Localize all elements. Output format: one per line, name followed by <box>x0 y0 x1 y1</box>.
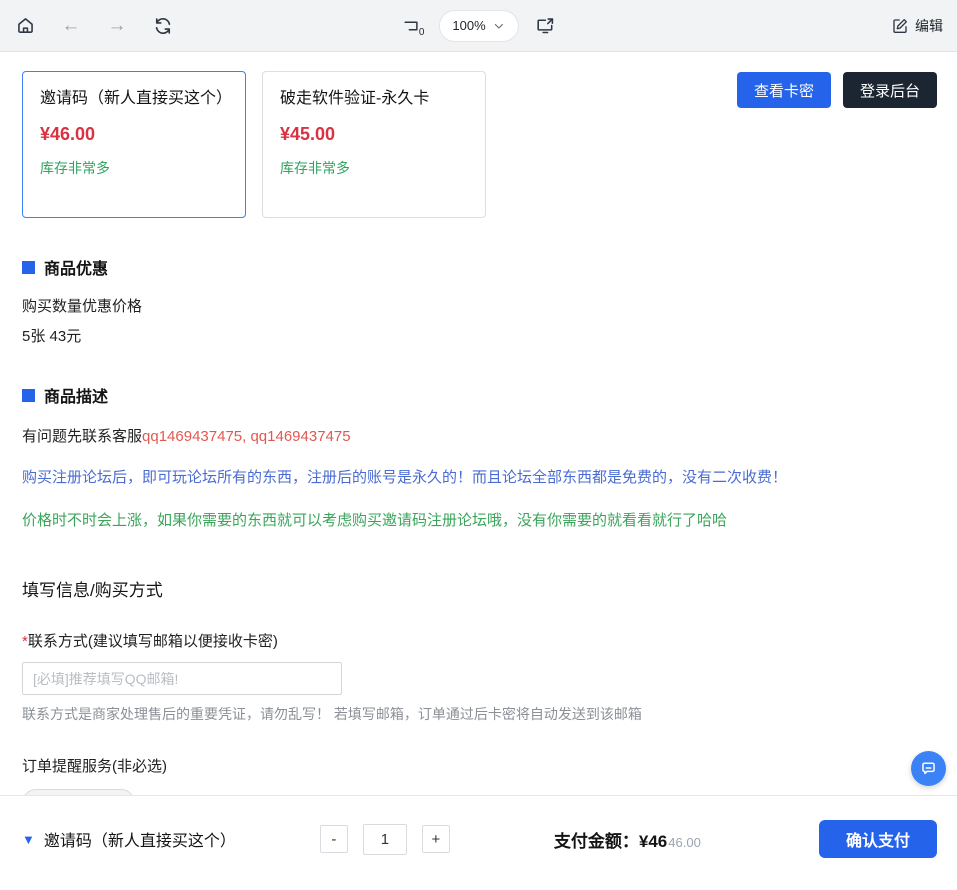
home-icon[interactable] <box>14 15 36 37</box>
product-title: 邀请码（新人直接买这个） <box>40 87 228 112</box>
view-card-secret-button[interactable]: 查看卡密 <box>737 72 831 108</box>
description-line-green: 价格时不时会上涨，如果你需要的东西就可以考虑购买邀请码注册论坛哦，没有你需要的就… <box>22 509 937 530</box>
contact-qq-text: qq1469437475, qq1469437475 <box>142 428 351 445</box>
blue-square-icon <box>22 261 35 274</box>
zoom-level-value: 100% <box>452 18 485 33</box>
product-card-invite-code[interactable]: 邀请码（新人直接买这个） ¥46.00 库存非常多 <box>22 71 246 218</box>
contact-label-text: 联系方式(建议填写邮箱以便接收卡密) <box>28 633 278 650</box>
product-price: ¥45.00 <box>280 124 468 145</box>
selected-product-dropdown[interactable]: ▼ 邀请码（新人直接买这个） <box>22 827 236 851</box>
checkout-bar: ▼ 邀请码（新人直接买这个） - + 支付金额： ¥46 46.00 确认支付 <box>0 795 957 890</box>
remind-service-label: 订单提醒服务(非必选) <box>22 755 937 776</box>
quantity-input[interactable] <box>363 824 407 855</box>
amount-decimal-value: 46.00 <box>668 835 701 850</box>
browser-toolbar: ← → 0 100% <box>0 0 957 52</box>
dropdown-triangle-icon: ▼ <box>22 833 35 846</box>
promo-discount-detail: 5张 43元 <box>22 325 937 346</box>
refresh-icon[interactable] <box>152 15 174 37</box>
product-price: ¥46.00 <box>40 124 228 145</box>
description-line-blue: 购买注册论坛后，即可玩论坛所有的东西，注册后的账号是永久的！而且论坛全部东西都是… <box>22 466 937 487</box>
contact-prefix-text: 有问题先联系客服 <box>22 428 142 445</box>
contact-field-label: *联系方式(建议填写邮箱以便接收卡密) <box>22 630 937 651</box>
login-admin-button[interactable]: 登录后台 <box>843 72 937 108</box>
chat-icon <box>919 759 938 778</box>
description-heading-label: 商品描述 <box>44 383 108 407</box>
top-action-buttons: 查看卡密 登录后台 <box>737 71 937 108</box>
promo-section-heading: 商品优惠 <box>22 255 937 279</box>
description-contact-line: 有问题先联系客服qq1469437475, qq1469437475 <box>22 425 937 446</box>
external-display-icon[interactable] <box>535 15 557 37</box>
forward-icon[interactable]: → <box>106 15 128 37</box>
description-section-heading: 商品描述 <box>22 383 937 407</box>
selected-product-name: 邀请码（新人直接买这个） <box>44 827 236 851</box>
payment-amount: 支付金额： ¥46 46.00 <box>554 827 701 852</box>
chevron-down-icon <box>493 20 505 32</box>
product-title: 破走软件验证-永久卡 <box>280 87 468 112</box>
amount-label: 支付金额： <box>554 827 639 852</box>
edit-label: 编辑 <box>915 16 943 36</box>
toolbar-nav-group: ← → <box>14 15 174 37</box>
edit-button[interactable]: 编辑 <box>891 16 943 36</box>
contact-help-text: 联系方式是商家处理售后的重要凭证，请勿乱写！ 若填写邮箱，订单通过后卡密将自动发… <box>22 704 937 724</box>
amount-main-value: ¥46 <box>639 832 667 852</box>
product-card-row: 邀请码（新人直接买这个） ¥46.00 库存非常多 破走软件验证-永久卡 ¥45… <box>22 71 937 218</box>
quantity-stepper: - + <box>320 824 450 855</box>
contact-input[interactable] <box>22 662 342 695</box>
chat-support-fab[interactable] <box>911 751 946 786</box>
tab-count-badge: 0 <box>418 28 425 38</box>
toolbar-center-group: 0 100% <box>400 10 556 42</box>
product-stock: 库存非常多 <box>40 158 228 178</box>
zoom-level-dropdown[interactable]: 100% <box>438 10 518 42</box>
promo-discount-title: 购买数量优惠价格 <box>22 295 937 316</box>
page-content: 邀请码（新人直接买这个） ¥46.00 库存非常多 破走软件验证-永久卡 ¥45… <box>0 52 957 822</box>
form-section-heading: 填写信息/购买方式 <box>22 576 937 601</box>
confirm-pay-button[interactable]: 确认支付 <box>819 820 937 858</box>
promo-heading-label: 商品优惠 <box>44 255 108 279</box>
product-stock: 库存非常多 <box>280 158 468 178</box>
product-card-software-key[interactable]: 破走软件验证-永久卡 ¥45.00 库存非常多 <box>262 71 486 218</box>
quantity-plus-button[interactable]: + <box>422 825 450 853</box>
blue-square-icon <box>22 389 35 402</box>
back-icon[interactable]: ← <box>60 15 82 37</box>
edit-icon <box>891 17 909 35</box>
tab-count-icon[interactable]: 0 <box>400 15 422 37</box>
quantity-minus-button[interactable]: - <box>320 825 348 853</box>
